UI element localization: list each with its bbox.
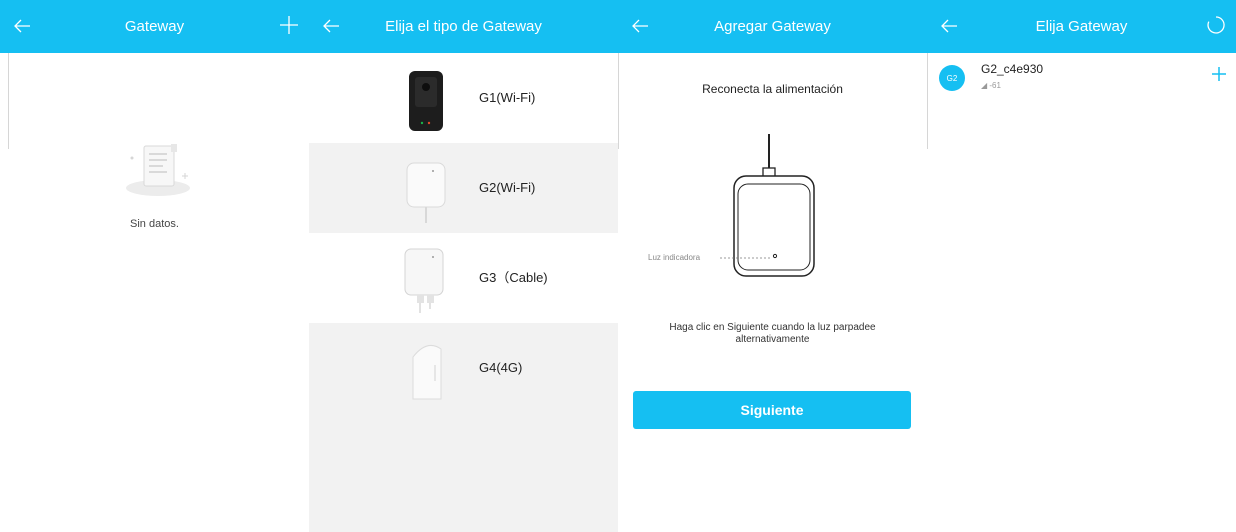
gateway-list-screen: Gateway Sin datos. <box>0 0 309 532</box>
next-button[interactable]: Siguiente <box>633 391 911 429</box>
gateway-avatar: G2 <box>939 65 965 91</box>
gateway-type-label: G3（Cable) <box>479 270 548 285</box>
header: Gateway <box>0 0 309 53</box>
page-title: Agregar Gateway <box>714 18 831 35</box>
g1-device-image <box>409 71 443 131</box>
add-gateway-icon[interactable] <box>1210 65 1228 83</box>
page-title: Elija Gateway <box>1035 18 1128 35</box>
back-arrow-icon[interactable] <box>937 14 961 38</box>
divider <box>618 53 619 149</box>
g3-device-image <box>404 248 444 313</box>
plus-icon[interactable] <box>277 13 301 37</box>
indicator-label: Luz indicadora <box>648 253 701 262</box>
gateway-type-item-g2[interactable]: G2(Wi-Fi) <box>309 143 618 233</box>
gateway-type-label: G1(Wi-Fi) <box>479 90 536 105</box>
header: Agregar Gateway <box>618 0 927 53</box>
note-text: Haga clic en Siguiente cuando la luz par… <box>669 322 876 345</box>
signal-icon: ◢ <box>981 81 988 90</box>
gateway-type-label: G2(Wi-Fi) <box>479 180 536 195</box>
back-arrow-icon[interactable] <box>10 14 34 38</box>
signal-value: -61 <box>989 81 1001 90</box>
gateway-type-label: G4(4G) <box>479 360 523 375</box>
page-title: Gateway <box>124 18 185 35</box>
empty-document-icon <box>126 144 190 196</box>
add-gateway-screen: Agregar Gateway Reconecta la alimentació… <box>618 0 927 532</box>
divider <box>8 53 9 149</box>
choose-gateway-screen: Elija Gateway G2 G2_c4e930 ◢ -61 <box>927 0 1236 532</box>
avatar-text: G2 <box>946 73 958 83</box>
loading-spinner-icon <box>1207 16 1225 34</box>
gateway-type-item-g1[interactable]: G1(Wi-Fi) <box>309 53 618 143</box>
gateway-device-illustration: Luz indicadora <box>648 134 815 277</box>
page-title: Elija el tipo de Gateway <box>385 18 542 35</box>
gateway-list-item[interactable]: G2 G2_c4e930 ◢ -61 <box>927 53 1236 99</box>
gateway-type-screen: Elija el tipo de Gateway G1(Wi-Fi) G2(Wi… <box>309 0 618 532</box>
back-arrow-icon[interactable] <box>628 14 652 38</box>
instruction-text: Reconecta la alimentación <box>702 82 843 96</box>
screens-row: Gateway Sin datos. Elija el tipo de Gate… <box>0 0 1236 532</box>
gateway-name: G2_c4e930 <box>981 62 1044 76</box>
back-arrow-icon[interactable] <box>319 14 343 38</box>
signal-strength: ◢ -61 <box>981 81 1001 90</box>
header: Elija Gateway <box>927 0 1236 53</box>
g2-device-image <box>406 162 446 223</box>
gateway-type-item-g3[interactable]: G3（Cable) <box>309 233 618 323</box>
g4-device-image <box>412 344 442 400</box>
empty-state-text: Sin datos. <box>130 218 179 230</box>
header: Elija el tipo de Gateway <box>309 0 618 53</box>
gateway-type-item-g4[interactable]: G4(4G) <box>309 323 618 413</box>
